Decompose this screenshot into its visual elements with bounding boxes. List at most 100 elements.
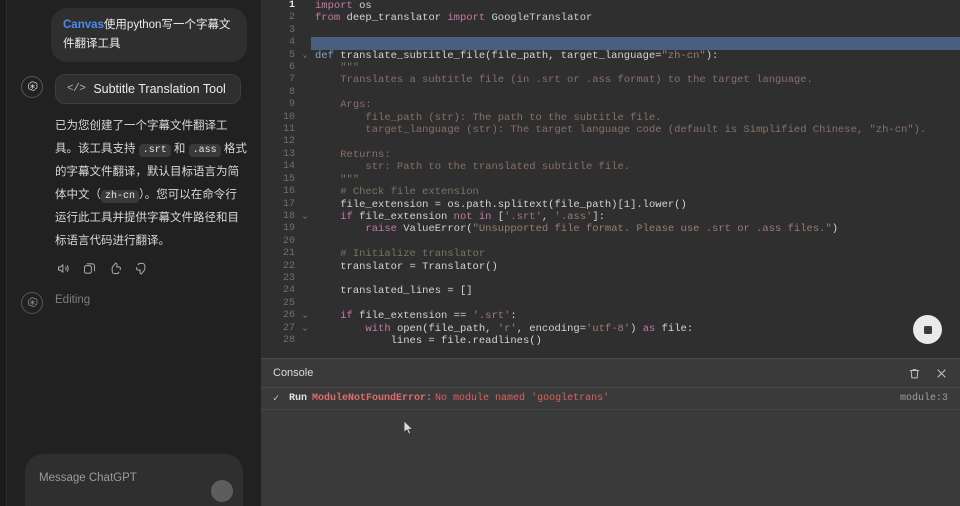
code-line-content: if file_extension not in ['.srt', '.ass'… [311,211,960,223]
fold-gutter-empty [299,161,311,173]
line-number: 1 [288,0,295,11]
user-message-bubble: Canvas使用python写一个字幕文件翻译工具 [51,8,247,62]
console-body[interactable]: ✓ Run ModuleNotFoundError: No module named … [261,388,960,506]
canvas-document-pill[interactable]: </> Subtitle Translation Tool [55,73,241,104]
fold-chevron-icon[interactable]: ⌄ [299,310,311,322]
code-line-content: raise ValueError("Unsupported file forma… [311,223,960,235]
code-token: file_extension == [359,310,473,323]
code-line-content [311,298,960,310]
code-lines-table: 1 import os 2 from deep_translator import G… [261,0,960,347]
canvas-document-title: Subtitle Translation Tool [93,81,226,96]
thumbs-down-icon[interactable] [134,261,149,276]
line-number: 25 [282,297,295,309]
check-icon: ✓ [273,393,280,405]
code-token: ValueError [403,223,467,236]
fold-chevron-icon[interactable]: ⌄ [299,323,311,335]
code-line-content: file_path (str): The path to the subtitl… [311,112,960,124]
inline-code-token: .srt [138,143,171,157]
inline-code-token: zh-cn [101,189,140,203]
code-line: 19 raise ValueError("Unsupported file fo… [261,223,960,235]
fold-chevron-icon[interactable]: ⌄ [299,211,311,223]
line-number: 28 [282,334,295,346]
code-token: as [642,322,656,335]
user-message-row: Canvas使用python写一个字幕文件翻译工具 [7,0,261,62]
chat-scroll-region[interactable]: Canvas使用python写一个字幕文件翻译工具 </> Subtitle T… [7,0,261,454]
send-icon[interactable] [211,480,233,502]
line-number: 5 [288,49,295,61]
trash-icon[interactable] [908,367,921,380]
message-composer[interactable]: Message ChatGPT [25,454,243,506]
line-number: 16 [282,186,295,198]
console-source-ref[interactable]: module:3 [900,393,948,404]
read-aloud-icon[interactable] [56,261,71,276]
code-token: file_extension [359,210,454,223]
code-line: 18 ⌄ if file_extension not in ['.srt', '.… [261,211,960,223]
close-icon[interactable] [935,367,948,380]
code-token: : [510,310,517,323]
code-line: 9 Args: [261,99,960,111]
message-actions [55,261,247,276]
thumbs-up-icon[interactable] [108,261,123,276]
left-edge-rail [0,0,7,506]
fold-chevron-icon[interactable]: ⌄ [299,50,311,62]
line-number: 13 [282,148,295,160]
fold-gutter-empty [299,124,311,136]
line-number: 9 [288,99,295,111]
code-brackets-icon: </> [67,82,86,95]
code-line: 5 ⌄ def translate_subtitle_file(file_path,… [261,50,960,62]
code-token: """ [340,173,360,186]
code-line-content: Translates a subtitle file (in .srt or .… [311,74,960,86]
code-token: in [478,210,492,223]
code-token: open(file_path, [396,322,498,335]
line-number: 23 [282,272,295,284]
chat-pane: Canvas使用python写一个字幕文件翻译工具 </> Subtitle T… [7,0,261,506]
code-token: if [340,210,353,223]
code-line: 24 translated_lines = [] [261,285,960,297]
code-line: 16 # Check file extension [261,186,960,198]
console-log-row[interactable]: ✓ Run ModuleNotFoundError: No module named … [261,388,960,410]
code-token: , [541,210,555,223]
line-number: 8 [288,86,295,98]
code-token: import [315,0,353,12]
code-token: '.ass' [554,210,593,223]
code-token: Translates a subtitle file (in .srt or .… [340,74,813,87]
code-line-content: translated_lines = [] [311,285,960,297]
code-token: target_language (str): The target langua… [365,124,927,137]
code-line: 6 """ [261,62,960,74]
copy-icon[interactable] [82,261,97,276]
console-rows: ✓ Run ModuleNotFoundError: No module named … [261,388,960,410]
code-line: 17 file_extension = os.path.splitext(fil… [261,199,960,211]
line-number: 24 [282,285,295,297]
code-line-content: Args: [311,99,960,111]
fold-gutter-empty [299,87,311,99]
line-number: 22 [282,260,295,272]
code-editor[interactable]: 1 import os 2 from deep_translator import G… [261,0,960,358]
code-token: file: [655,322,694,335]
code-token: """ [340,62,360,75]
fold-gutter-empty [299,335,311,347]
console-panel: Console ✓ Run ModuleNotFoundError: No mo… [261,358,960,506]
canvas-pane: 1 import os 2 from deep_translator import G… [261,0,960,506]
console-run-label: Run [289,393,308,404]
code-token: lines = file.readlines() [390,334,542,347]
console-header-actions [908,367,948,380]
fold-gutter-empty [299,273,311,285]
stop-generating-button[interactable] [913,315,942,344]
line-number: 12 [282,136,295,148]
code-line: 2 from deep_translator import GoogleTrans… [261,12,960,24]
fold-gutter-empty [299,248,311,260]
code-line: 12 [261,136,960,148]
code-line-content: lines = file.readlines() [311,335,960,347]
fold-gutter-empty [299,0,311,12]
code-token: from [315,12,341,25]
code-token: translator = Translator() [340,260,498,273]
code-line-content: target_language (str): The target langua… [311,124,960,136]
